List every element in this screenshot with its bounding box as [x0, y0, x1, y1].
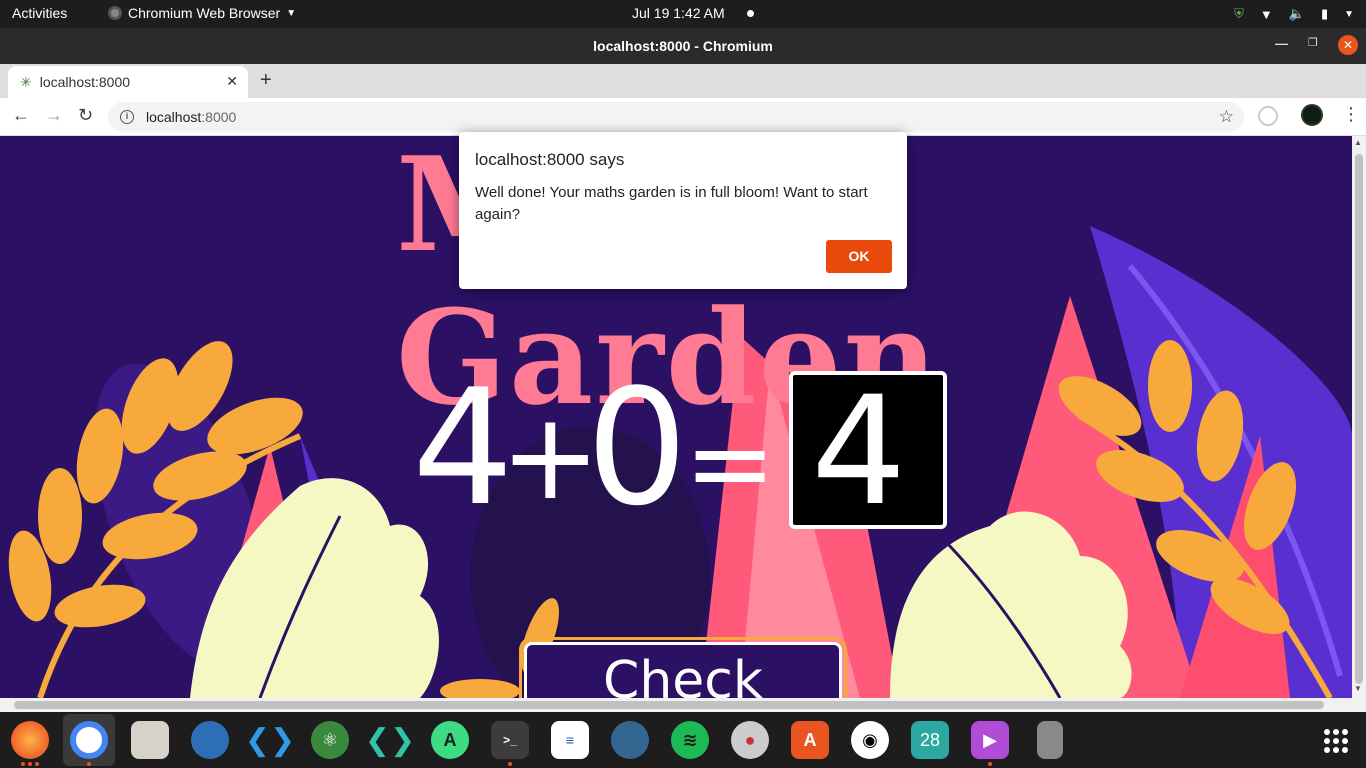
power-menu-icon: ▼	[1344, 8, 1354, 20]
terminal-icon[interactable]: >_	[491, 721, 529, 759]
tab-localhost[interactable]: ✳ localhost:8000 ✕	[8, 66, 248, 98]
running-indicator	[988, 762, 992, 766]
maximize-icon[interactable]: ❐	[1308, 36, 1318, 49]
extension-icon[interactable]	[1258, 106, 1278, 126]
chromium-icon[interactable]	[70, 721, 108, 759]
thunderbird-icon[interactable]	[191, 721, 229, 759]
usb-drive-icon[interactable]	[1037, 721, 1063, 759]
profile-avatar[interactable]	[1301, 104, 1323, 126]
horizontal-scrollbar[interactable]	[0, 698, 1366, 712]
dialog-title: localhost:8000 says	[475, 150, 625, 169]
back-icon[interactable]: ←	[12, 105, 30, 126]
vpn-icon[interactable]: ●	[731, 721, 769, 759]
new-tab-icon[interactable]: +	[260, 69, 272, 92]
vertical-scroll-thumb[interactable]	[1355, 154, 1363, 684]
close-window-icon[interactable]: ✕	[1338, 35, 1358, 55]
volume-icon: 🔈	[1288, 6, 1305, 21]
check-answer-button[interactable]: Check Answer	[519, 637, 847, 698]
app-menu[interactable]: Chromium Web Browser ▼	[108, 5, 296, 21]
bookmark-star-icon[interactable]: ☆	[1219, 107, 1234, 127]
running-indicator	[87, 762, 91, 766]
address-bar[interactable]: i localhost:8000 ☆	[108, 102, 1244, 132]
menu-kebab-icon[interactable]: ⋮	[1342, 104, 1360, 125]
software-store-icon[interactable]: A	[791, 721, 829, 759]
system-top-bar: Activities Chromium Web Browser ▼ Jul 19…	[0, 0, 1366, 28]
dialog-message: Well done! Your maths garden is in full …	[475, 184, 868, 223]
leaf-favicon-icon: ✳	[20, 73, 32, 90]
dock: ❮❯ ⚛ ❮❯ A >_ ≡ ≋ ● A ◉ 28 ▶	[0, 712, 1366, 768]
vertical-scrollbar[interactable]: ▲ ▼	[1352, 136, 1366, 698]
firefox-icon[interactable]	[11, 721, 49, 759]
spotify-icon[interactable]: ≋	[671, 721, 709, 759]
scroll-down-icon[interactable]: ▼	[1354, 684, 1362, 693]
show-applications-icon[interactable]	[1324, 729, 1348, 753]
url-port: :8000	[201, 109, 237, 125]
alert-dialog: localhost:8000 says Well done! Your math…	[459, 132, 907, 289]
scroll-up-icon[interactable]: ▲	[1354, 138, 1362, 147]
clock[interactable]: Jul 19 1:42 AM	[632, 5, 725, 21]
system-tray[interactable]: ⛨ ▼ 🔈 ▮ ▼	[1234, 0, 1366, 28]
vscode-icon[interactable]: ❮❯	[245, 721, 295, 759]
close-tab-icon[interactable]: ✕	[226, 73, 238, 90]
chevron-down-icon: ▼	[286, 7, 297, 19]
equation-left-operand: 4	[412, 354, 514, 541]
obs-icon[interactable]: ◉	[851, 721, 889, 759]
video-player-icon[interactable]: ▶	[971, 721, 1009, 759]
horizontal-scroll-thumb[interactable]	[14, 701, 1324, 709]
shield-icon[interactable]: ⛨	[1234, 5, 1244, 23]
battery-icon: ▮	[1320, 6, 1329, 21]
chromium-icon	[108, 6, 122, 20]
atom-icon[interactable]: ⚛	[311, 721, 349, 759]
calendar-icon[interactable]: 28	[911, 721, 949, 759]
running-indicator	[508, 762, 512, 766]
app-menu-label: Chromium Web Browser	[128, 5, 281, 21]
info-icon[interactable]: i	[120, 110, 134, 124]
files-icon[interactable]	[131, 721, 169, 759]
equation-right-operand: 0	[586, 354, 688, 541]
notification-dot-icon	[747, 10, 754, 17]
tab-title: localhost:8000	[39, 74, 131, 90]
browser-toolbar: ← → ↻ i localhost:8000 ☆ ⋮	[0, 98, 1366, 136]
reload-icon[interactable]: ↻	[78, 105, 93, 126]
equals-sign: =	[684, 399, 777, 527]
ok-button[interactable]: OK	[826, 240, 892, 273]
url-host: localhost	[146, 109, 202, 125]
window-title-bar: localhost:8000 - Chromium — ❐ ✕	[0, 28, 1366, 64]
android-studio-icon[interactable]: A	[431, 721, 469, 759]
libreoffice-writer-icon[interactable]: ≡	[551, 721, 589, 759]
activities-button[interactable]: Activities	[12, 5, 67, 21]
drawn-answer: 4	[811, 365, 907, 539]
drawing-canvas[interactable]: 4	[789, 365, 947, 539]
wifi-icon: ▼	[1259, 6, 1273, 22]
forward-icon[interactable]: →	[45, 105, 63, 126]
running-indicator	[35, 762, 39, 766]
tab-strip: ✳ localhost:8000 ✕ +	[0, 64, 1366, 98]
minimize-icon[interactable]: —	[1275, 36, 1288, 51]
running-indicator	[21, 762, 25, 766]
window-title: localhost:8000 - Chromium	[593, 38, 773, 54]
calendar-day: 28	[919, 729, 941, 750]
running-indicator	[28, 762, 32, 766]
vscodium-icon[interactable]: ❮❯	[365, 721, 415, 759]
pgadmin-elephant-icon[interactable]	[611, 721, 649, 759]
